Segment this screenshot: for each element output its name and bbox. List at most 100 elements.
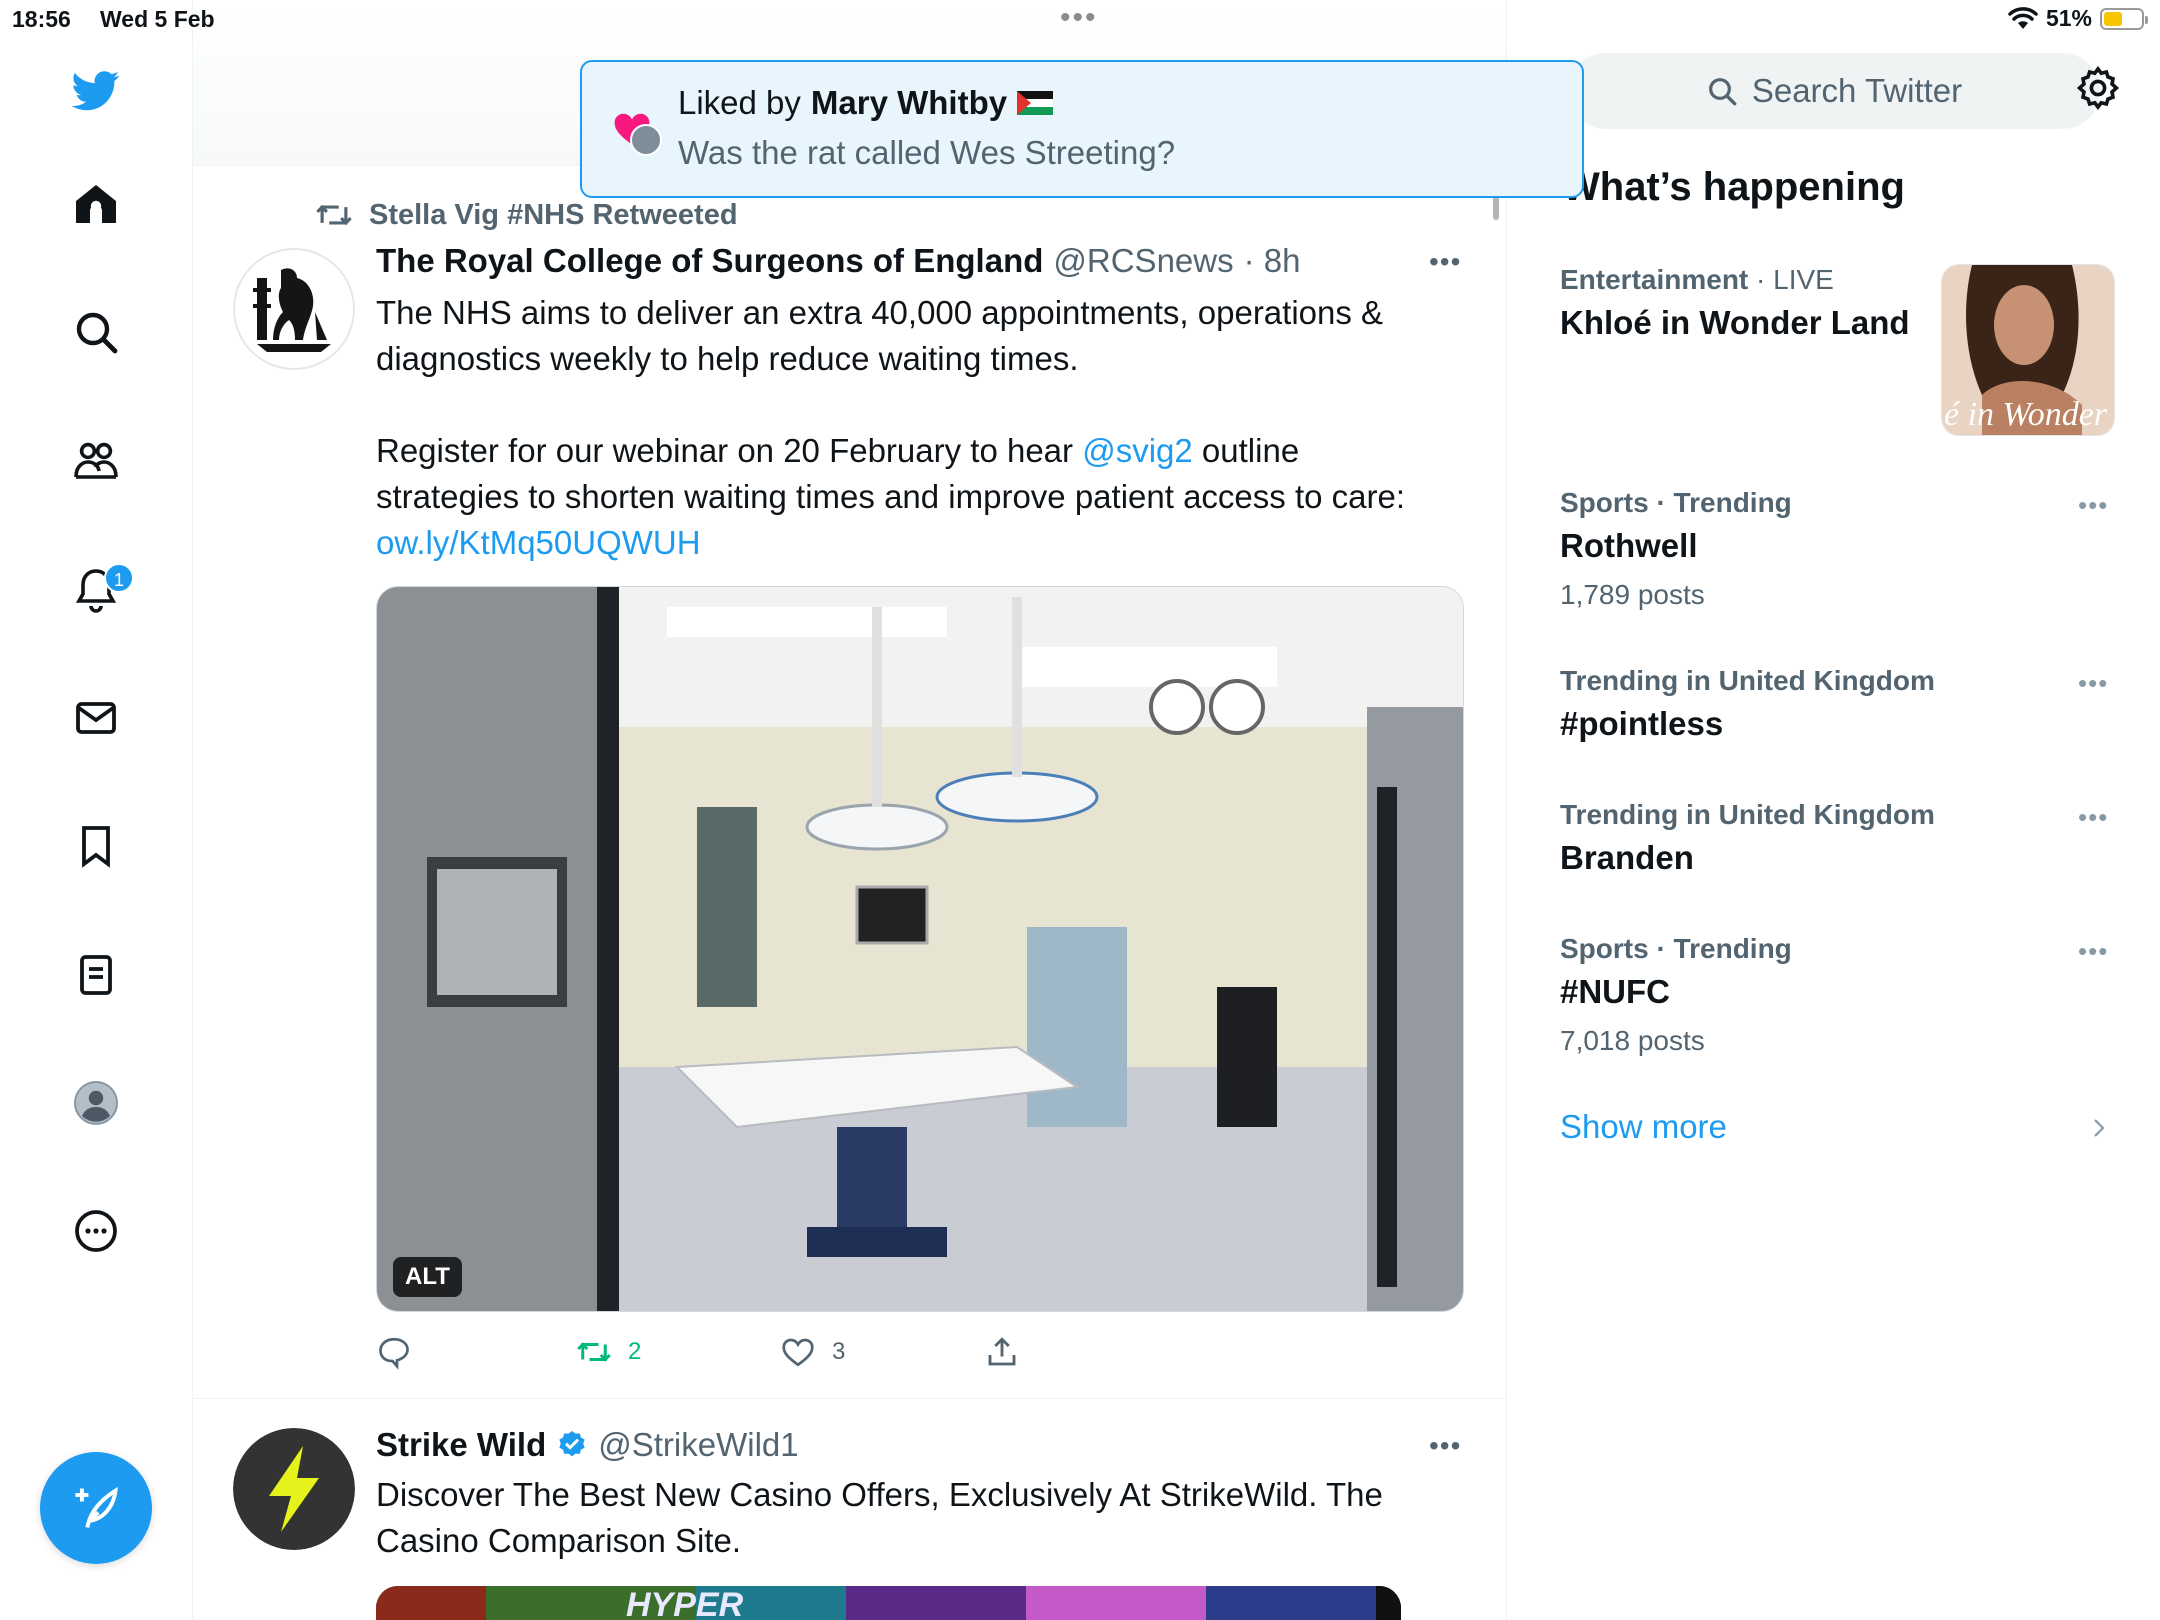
search-placeholder: Search Twitter (1751, 72, 1963, 109)
alt-text-badge[interactable]: ALT (393, 1257, 462, 1297)
trend-more-icon[interactable]: ••• (2078, 802, 2108, 833)
battery-percent: 51% (2045, 5, 2092, 31)
tweet-image[interactable]: ALT (376, 586, 1464, 1312)
like-notification-toast[interactable]: Liked by Mary Whitby Was the rat called … (580, 60, 1584, 198)
notification-count-badge: 1 (104, 563, 134, 593)
trend-category-label: Sports · Trending (1560, 487, 1792, 518)
tweet-text-line: Discover The Best New Casino Offers, Exc… (376, 1476, 1383, 1513)
tweet[interactable]: Stella Vig #NHS Retweeted The Royal Coll… (193, 196, 1506, 1398)
retweet-button[interactable]: 2 (576, 1334, 780, 1370)
tweet-text-line: Register for our webinar on 20 February … (376, 428, 1476, 474)
search-input[interactable]: Search Twitter (1568, 53, 2100, 129)
tweet-author-handle[interactable]: @RCSnews (1053, 242, 1233, 280)
toast-prefix: Liked by (678, 84, 801, 121)
compose-button[interactable] (40, 1452, 152, 1564)
promo-media-text: HYPER (626, 1586, 744, 1620)
tweet-more-icon[interactable]: ••• (1429, 1430, 1461, 1462)
trend-image-caption: é in Wonder L (1944, 396, 2115, 433)
tweet-text-line: strategies to shorten waiting times and … (376, 478, 1406, 515)
retweet-count: 2 (628, 1338, 642, 1365)
lists-icon[interactable] (64, 943, 128, 1007)
tweet-text-line: The NHS aims to deliver an extra 40,000 … (376, 294, 1384, 331)
trend-separator: · (1748, 264, 1774, 295)
left-navigation: 1 (0, 0, 193, 1620)
like-count: 3 (832, 1338, 846, 1365)
trend-name: Rothwell (1560, 527, 1698, 564)
heart-icon (782, 1338, 814, 1367)
toast-tweet-text: Was the rat called Wes Streeting? (678, 134, 1176, 171)
status-date: Wed 5 Feb (100, 6, 215, 32)
search-icon[interactable] (64, 300, 128, 364)
trend-item[interactable]: Sports · Trending #NUFC 7,018 posts (1560, 933, 2120, 1057)
avatar (630, 124, 662, 156)
tweet-author-name[interactable]: Strike Wild (376, 1426, 546, 1464)
tweet-author-name[interactable]: The Royal College of Surgeons of England (376, 242, 1043, 280)
tweet-author-handle[interactable]: @StrikeWild1 (598, 1426, 798, 1464)
casino-banner-image: HYPER (376, 1586, 1401, 1620)
avatar[interactable] (233, 248, 355, 370)
tweet-actions: 2 3 (376, 1334, 1020, 1370)
trend-category: Trending in United Kingdom (1560, 665, 2120, 697)
trend-category-label: Entertainment (1560, 264, 1749, 295)
retweet-icon (316, 204, 352, 226)
retweeted-by-text: Stella Vig #NHS Retweeted (369, 198, 738, 231)
show-more-link[interactable]: Show more (1560, 1108, 1727, 1146)
gear-icon[interactable] (2074, 64, 2130, 120)
more-icon[interactable] (64, 1199, 128, 1263)
messages-icon[interactable] (64, 686, 128, 750)
trend-item[interactable]: Trending in United Kingdom #pointless (1560, 665, 2120, 743)
tweet-time[interactable]: · 8h (1244, 242, 1301, 280)
share-icon (988, 1337, 1016, 1366)
notifications-icon[interactable]: 1 (64, 557, 134, 621)
toast-title: Liked by Mary Whitby (678, 84, 1054, 122)
trend-category: Trending in United Kingdom (1560, 799, 2120, 831)
tweet-text: The NHS aims to deliver an extra 40,000 … (376, 290, 1476, 566)
trend-post-count: 7,018 posts (1560, 1025, 1705, 1056)
trend-name: #NUFC (1560, 973, 1671, 1010)
compose-feather-icon (75, 1486, 118, 1528)
like-button[interactable]: 3 (780, 1334, 984, 1370)
trend-category: Sports · Trending (1560, 487, 2120, 519)
verified-badge-icon (559, 1431, 585, 1457)
trend-category-label: Trending in United Kingdom (1560, 665, 1935, 696)
trend-live-label: LIVE (1773, 264, 1834, 295)
toast-user-name: Mary Whitby (810, 84, 1008, 121)
tweet[interactable]: Strike Wild @StrikeWild1 ••• Discover Th… (193, 1398, 1506, 1620)
share-button[interactable] (984, 1334, 1020, 1370)
status-time: 18:56 (12, 6, 71, 32)
trend-name: Branden (1560, 839, 1694, 876)
trend-more-icon[interactable]: ••• (2078, 668, 2108, 699)
trend-more-icon[interactable]: ••• (2078, 936, 2108, 967)
chevron-right-icon[interactable] (2088, 1110, 2112, 1146)
tweet-text-segment: Register for our webinar on 20 February … (376, 432, 1074, 469)
profile-icon[interactable] (64, 1071, 128, 1135)
trend-item[interactable]: Trending in United Kingdom Branden (1560, 799, 2120, 877)
search-icon (1708, 78, 1737, 106)
trend-item[interactable]: Sports · Trending Rothwell 1,789 posts (1560, 487, 2120, 611)
promo-image[interactable]: HYPER (376, 1586, 1401, 1620)
wifi-icon (2008, 6, 2038, 29)
bookmarks-icon[interactable] (64, 814, 128, 878)
rcs-crest-icon (233, 248, 355, 370)
tweet-text-line: Casino Comparison Site. (376, 1522, 741, 1559)
tweet-text-segment: outline (1201, 432, 1300, 469)
status-right: 51% (2008, 5, 2148, 32)
retweet-icon (577, 1342, 611, 1362)
twitter-logo-icon[interactable] (64, 58, 128, 122)
trend-thumbnail[interactable]: é in Wonder L (1941, 264, 2115, 436)
avatar[interactable] (233, 1428, 355, 1550)
retweet-context[interactable]: Stella Vig #NHS Retweeted (315, 196, 738, 234)
operating-theatre-photo (377, 587, 1463, 1311)
reply-button[interactable] (376, 1334, 576, 1370)
trend-more-icon[interactable]: ••• (2078, 490, 2108, 521)
tweet-more-icon[interactable]: ••• (1429, 246, 1461, 278)
communities-icon[interactable] (64, 429, 128, 493)
mention-link[interactable]: @svig2 (1082, 432, 1193, 469)
multitasking-dots-icon[interactable]: ••• (1060, 3, 1098, 33)
tweet-text-line: diagnostics weekly to help reduce waitin… (376, 340, 1079, 377)
lightning-bolt-icon (233, 1428, 355, 1550)
palestine-flag-icon (1017, 91, 1054, 115)
tweet-url-link[interactable]: ow.ly/KtMq50UQWUH (376, 520, 1476, 566)
battery-level (2104, 11, 2123, 26)
home-icon[interactable] (64, 172, 128, 236)
